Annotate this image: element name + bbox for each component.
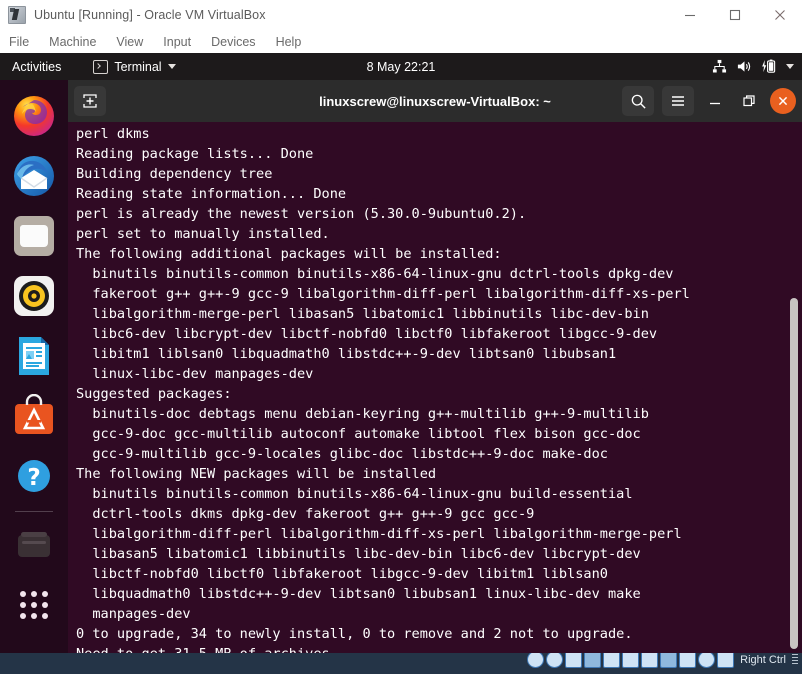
hamburger-menu-button[interactable]	[662, 86, 694, 116]
terminal-window: linuxscrew@linuxscrew-VirtualBox: ~ perl…	[68, 80, 802, 653]
terminal-titlebar: linuxscrew@linuxscrew-VirtualBox: ~	[68, 80, 802, 122]
search-button[interactable]	[622, 86, 654, 116]
dock-item-firefox[interactable]	[10, 92, 58, 140]
terminal-output: perl dkms Reading package lists... Done …	[76, 124, 780, 653]
recording-icon[interactable]	[660, 653, 678, 668]
system-tray[interactable]	[712, 59, 794, 74]
dock-separator	[15, 511, 53, 512]
terminal-body[interactable]: perl dkms Reading package lists... Done …	[68, 122, 802, 653]
virtualbox-titlebar: Ubuntu [Running] - Oracle VM VirtualBox	[0, 0, 802, 31]
app-menu-label: Terminal	[114, 59, 162, 74]
shared-folders-icon[interactable]	[622, 653, 640, 668]
dock-item-ubuntu-software[interactable]	[10, 392, 58, 440]
terminal-icon	[93, 59, 109, 74]
terminal-close-button[interactable]	[770, 88, 796, 114]
hard-disk-icon[interactable]	[527, 653, 545, 668]
show-applications-button[interactable]	[10, 581, 58, 629]
optical-drive-icon[interactable]	[546, 653, 564, 668]
gnome-top-bar: Activities Terminal 8 May 22:21	[0, 53, 802, 80]
virtualbox-close-button[interactable]	[757, 0, 802, 30]
dock-item-libreoffice-writer[interactable]	[10, 332, 58, 380]
mouse-integration-icon[interactable]	[698, 653, 716, 668]
virtualbox-icon	[8, 6, 26, 24]
menu-help[interactable]: Help	[276, 35, 313, 49]
app-menu-terminal[interactable]: Terminal	[93, 59, 176, 74]
battery-charging-icon	[761, 59, 777, 74]
floppy-icon[interactable]	[565, 653, 583, 668]
dock-item-rhythmbox[interactable]	[10, 272, 58, 320]
new-tab-button[interactable]	[74, 86, 106, 116]
terminal-output-text: perl dkms Reading package lists... Done …	[76, 126, 690, 653]
volume-icon	[736, 59, 752, 74]
virtualbox-window: Ubuntu [Running] - Oracle VM VirtualBox …	[0, 0, 802, 674]
keyboard-icon[interactable]	[717, 653, 735, 668]
menu-machine[interactable]: Machine	[49, 35, 107, 49]
app-grid-icon	[20, 591, 48, 619]
network-icon[interactable]	[584, 653, 602, 668]
usb-icon[interactable]	[603, 653, 621, 668]
chevron-down-icon	[167, 64, 176, 69]
virtualization-icon[interactable]	[679, 653, 697, 668]
terminal-restore-button[interactable]	[736, 88, 762, 114]
resize-grip[interactable]	[792, 653, 798, 666]
virtualbox-maximize-button[interactable]	[712, 0, 757, 30]
dock-item-trash[interactable]	[10, 521, 58, 569]
svg-text:?: ?	[27, 465, 40, 491]
virtualbox-window-controls	[667, 0, 802, 30]
network-icon	[712, 59, 727, 74]
terminal-controls	[622, 86, 796, 116]
activities-button[interactable]: Activities	[0, 60, 71, 74]
display-icon[interactable]	[641, 653, 659, 668]
virtualbox-window-title: Ubuntu [Running] - Oracle VM VirtualBox	[34, 8, 266, 22]
menu-file[interactable]: File	[9, 35, 40, 49]
virtualbox-statusbar: Right Ctrl	[0, 653, 802, 674]
host-key-label: Right Ctrl	[740, 653, 786, 666]
dock-item-help[interactable]: ?	[10, 452, 58, 500]
virtualbox-menubar: File Machine View Input Devices Help	[0, 31, 802, 53]
terminal-scrollbar[interactable]	[790, 298, 798, 649]
dock-item-thunderbird[interactable]	[10, 152, 58, 200]
menu-devices[interactable]: Devices	[211, 35, 266, 49]
virtualbox-minimize-button[interactable]	[667, 0, 712, 30]
chevron-down-icon	[786, 64, 794, 69]
ubuntu-dock: ?	[0, 80, 68, 674]
menu-input[interactable]: Input	[163, 35, 202, 49]
menu-view[interactable]: View	[116, 35, 154, 49]
terminal-minimize-button[interactable]	[702, 88, 728, 114]
virtualbox-status-icons	[527, 653, 735, 668]
dock-item-files[interactable]	[10, 212, 58, 260]
guest-screen: Activities Terminal 8 May 22:21 ? linuxs…	[0, 53, 802, 674]
